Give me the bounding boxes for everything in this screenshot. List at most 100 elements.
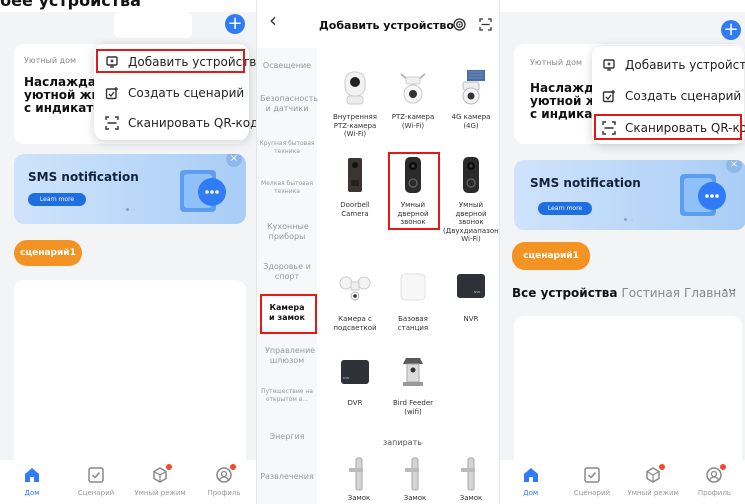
category-item[interactable]: Кухонные приборы	[257, 222, 317, 242]
tab-scenario[interactable]: Сценарий	[66, 466, 126, 497]
category-item[interactable]: Мелкая бытовая техника	[257, 180, 317, 196]
category-item[interactable]: Здоровье и спорт	[257, 262, 317, 282]
device-ptz[interactable]: PTZ-камера (Wi-Fi)	[385, 68, 441, 130]
filter-tab-all-devices[interactable]: Все устройства	[512, 286, 617, 300]
tab-smart-mode[interactable]: Умный режим	[130, 464, 190, 497]
smart-doorbell-icon	[463, 157, 479, 193]
sms-banner[interactable]: SMS notification Learn more ×	[14, 154, 246, 224]
header: ‹ Добавить устройство	[257, 0, 499, 40]
tab-scenario[interactable]: Сценарий	[562, 466, 622, 497]
device-base-station[interactable]: Базовая станция	[385, 270, 441, 332]
4g-camera-icon	[462, 70, 485, 105]
home-selector[interactable]	[114, 12, 192, 38]
home-name: Уютный дом	[24, 56, 77, 65]
device-indoor-ptz[interactable]: Внутренняя PTZ-камера (Wi-Fi)	[327, 68, 383, 139]
menu-item-label: Добавить устройство	[625, 58, 745, 72]
filter-tab-living-room[interactable]: Гостиная	[621, 286, 679, 300]
device-4g-camera[interactable]: 4G камера (4G)	[443, 68, 499, 130]
tab-smart-mode[interactable]: Умный режим	[623, 464, 683, 497]
close-icon[interactable]: ×	[226, 154, 242, 167]
menu-item-create-scenario[interactable]: Создать сценарий	[592, 81, 744, 111]
lock-icon	[461, 457, 475, 491]
device-smart-doorbell-dual[interactable]: Умный дверной звонок (Двухдиапазонный Wi…	[443, 156, 499, 244]
menu-item-scan-qr[interactable]: Сканировать QR-код	[94, 108, 256, 138]
menu-item-create-scenario[interactable]: Создать сценарий	[94, 78, 249, 108]
device-name: NVR	[463, 315, 479, 323]
category-item[interactable]: Крупная бытовая техника	[257, 140, 317, 156]
device-name: Замок	[403, 494, 427, 502]
sms-banner[interactable]: SMS notification Learn more ×	[514, 160, 745, 230]
add-button[interactable]: +	[225, 14, 245, 34]
category-list: Освещение Безопасность и датчики Крупная…	[257, 48, 318, 504]
device-name: DVR	[347, 399, 363, 407]
menu-item-label: Создать сценарий	[128, 86, 245, 100]
scan-icon	[105, 116, 119, 130]
category-item[interactable]: Энергия	[257, 432, 317, 442]
device-name: Doorbell Camera	[340, 201, 370, 218]
device-dvr[interactable]: DVR DVR	[327, 354, 383, 408]
top-caption-text: бее устройства	[0, 0, 141, 10]
tab-home[interactable]: Дом	[501, 466, 561, 497]
tab-home[interactable]: Дом	[2, 466, 62, 497]
learn-more-button[interactable]: Learn more	[538, 202, 592, 215]
tab-profile[interactable]: Профиль	[684, 464, 744, 497]
device-lock[interactable]: Замок	[443, 456, 499, 503]
learn-more-button[interactable]: Learn more	[28, 193, 86, 206]
category-item[interactable]: Освещение	[257, 61, 317, 71]
highlight-add-device	[96, 49, 245, 73]
highlight-category	[260, 294, 317, 334]
scenario-chip[interactable]: сценарий1	[512, 242, 590, 270]
scan-nearby-icon[interactable]	[453, 18, 466, 31]
add-device-screen: ‹ Добавить устройство Освещение Безопасн…	[256, 0, 500, 504]
device-name: Внутренняя PTZ-камера (Wi-Fi)	[333, 113, 377, 138]
page-title: Добавить устройство	[319, 19, 454, 32]
scan-icon[interactable]	[479, 18, 492, 31]
device-name: Умный дверной звонок (Двухдиапазонный Wi…	[443, 201, 499, 243]
device-lock[interactable]: Замок	[387, 456, 443, 503]
menu-item-add-device[interactable]: Добавить устройство	[592, 50, 745, 80]
highlight-scan-qr	[594, 114, 742, 140]
notification-badge	[720, 464, 727, 470]
category-item[interactable]: Безопасность и датчики	[257, 94, 318, 114]
create-scenario-icon	[105, 86, 119, 100]
tab-label: Дом	[523, 489, 539, 497]
banner-pager	[624, 218, 633, 221]
bottom-tab-bar: Дом Сценарий Умный режим Профиль	[500, 460, 745, 504]
back-icon[interactable]: ‹	[269, 10, 277, 30]
device-name: Камера с подсветкой	[333, 315, 377, 332]
dvr-tag: DVR	[343, 376, 350, 380]
device-bird-feeder[interactable]: Bird Feeder (wifi)	[385, 354, 441, 416]
home-icon	[25, 468, 39, 482]
message-icon	[680, 174, 726, 216]
highlight-device	[388, 152, 440, 230]
devices-area	[514, 316, 742, 464]
bottom-tab-bar: Дом Сценарий Умный режим Профиль	[0, 460, 256, 504]
close-icon[interactable]: ×	[726, 160, 742, 173]
device-name: Замок	[459, 494, 483, 502]
device-lock[interactable]: Замок	[331, 456, 387, 503]
notification-badge	[659, 464, 666, 470]
tab-label: Умный режим	[134, 489, 186, 497]
category-item[interactable]: Развлечения	[257, 472, 317, 482]
category-item[interactable]: Управление шлюзом	[257, 346, 317, 366]
notification-badge	[230, 464, 236, 470]
banner-title: SMS notification	[530, 176, 641, 190]
checkbox-icon	[584, 467, 600, 483]
nvr-icon	[457, 274, 485, 298]
message-icon	[180, 170, 226, 212]
device-name: PTZ-камера (Wi-Fi)	[391, 113, 435, 130]
add-button[interactable]: +	[721, 20, 741, 40]
scenario-chip[interactable]: сценарий1	[14, 240, 82, 266]
tab-profile[interactable]: Профиль	[194, 464, 254, 497]
ptz-camera-icon	[400, 73, 426, 104]
add-device-icon	[602, 58, 616, 72]
device-floodlight-camera[interactable]: Камера с подсветкой	[327, 270, 383, 332]
device-doorbell-camera[interactable]: Doorbell Camera	[327, 156, 383, 218]
home-name: Уютный дом	[530, 58, 583, 67]
menu-item-label: Создать сценарий	[625, 89, 742, 103]
device-nvr[interactable]: NVR NVR	[443, 270, 499, 324]
more-icon[interactable]: ···	[723, 283, 737, 297]
category-item[interactable]: Путешествие на открытом в...	[257, 388, 317, 404]
create-scenario-icon	[602, 89, 616, 103]
tab-label: Дом	[24, 489, 40, 497]
